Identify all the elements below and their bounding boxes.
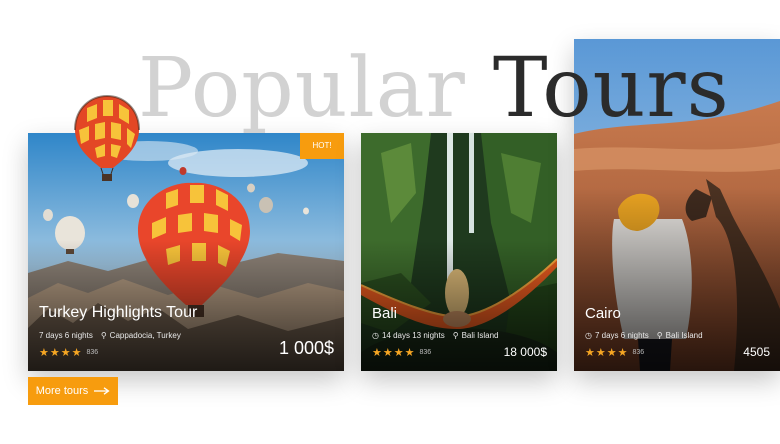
map-pin-icon: ⚲ [656,331,663,340]
tour-location: Bali Island [665,331,703,340]
clock-icon: ◷ [372,331,379,340]
tour-duration-wrap: ◷ 14 days 13 nights [372,331,445,340]
tour-name[interactable]: Cairo [585,305,770,322]
review-count: 836 [419,349,432,356]
tour-duration: 14 days 13 nights [381,331,445,340]
balloon-icon [74,94,140,181]
page-title: Popular Tours [138,48,730,130]
tour-location-wrap: ⚲ Bali Island [657,331,703,340]
tour-location: Cappadocia, Turkey [109,331,181,340]
tour-location-wrap: ⚲ Cappadocia, Turkey [101,331,181,340]
tour-card-bali[interactable]: Bali ◷ 14 days 13 nights ⚲ Bali Island ★… [361,133,557,371]
hot-badge: HOT! [300,133,344,159]
tour-duration: 7 days 6 nights [39,331,93,340]
star-icons: ★★★★ [372,347,416,359]
tour-price: 4505 [743,345,770,359]
tour-duration-wrap: ◷ 7 days 6 nights [585,331,649,340]
tour-location: Bali Island [461,331,499,340]
tour-info: Bali ◷ 14 days 13 nights ⚲ Bali Island ★… [372,305,547,359]
tour-meta: ◷ 14 days 13 nights ⚲ Bali Island [372,331,547,340]
tour-info: Cairo ◷ 7 days 6 nights ⚲ Bali Island ★★… [585,305,770,359]
tour-name[interactable]: Bali [372,305,547,322]
star-icons: ★★★★ [39,347,83,359]
review-count: 836 [86,349,99,356]
map-pin-icon: ⚲ [100,331,107,340]
tour-meta: ◷ 7 days 6 nights ⚲ Bali Island [585,331,770,340]
more-tours-button[interactable]: More tours [28,377,118,405]
review-count: 836 [632,349,645,356]
tour-price: 18 000$ [503,345,547,359]
tour-duration: 7 days 6 nights [594,331,649,340]
title-word-tours: Tours [492,41,730,136]
clock-icon: ◷ [585,331,592,340]
map-pin-icon: ⚲ [452,331,459,340]
tour-location-wrap: ⚲ Bali Island [453,331,499,340]
tour-info: Turkey Highlights Tour 7 days 6 nights ⚲… [39,304,334,359]
tour-price: 1 000$ [278,338,334,358]
star-icons: ★★★★ [585,347,629,359]
rating-stars: ★★★★ 836 [585,346,770,359]
tour-name[interactable]: Turkey Highlights Tour [39,304,334,322]
more-tours-label: More tours [35,385,89,397]
arrow-right-icon [94,387,110,395]
title-word-popular: Popular [138,41,466,136]
